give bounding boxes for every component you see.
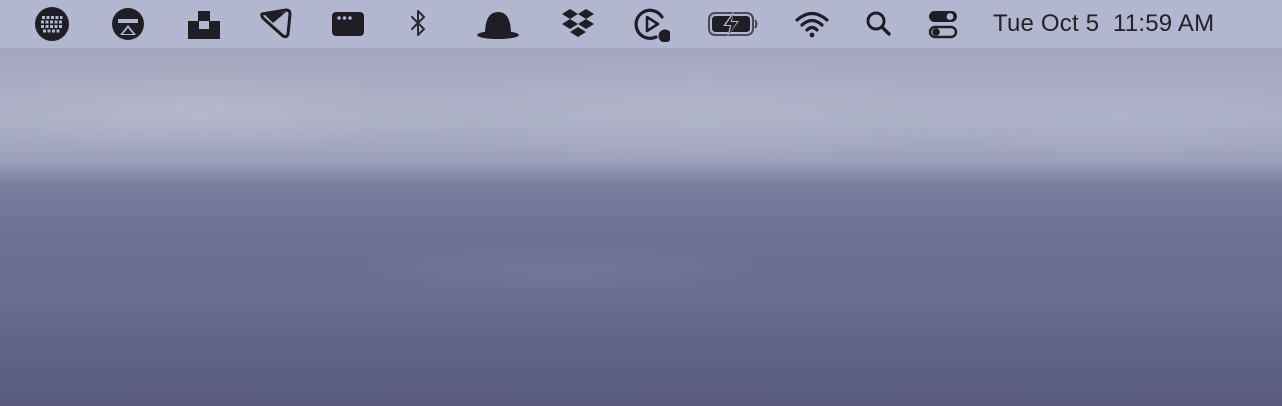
clock-date: Tue Oct 5 xyxy=(993,10,1100,37)
keyboard-grid-icon[interactable] xyxy=(34,6,70,42)
dropbox-icon[interactable] xyxy=(560,6,596,42)
battery-charging-icon[interactable] xyxy=(707,6,759,42)
spotlight-search-icon[interactable] xyxy=(861,6,897,42)
menubar-clock[interactable]: Tue Oct 5 11:59 AM xyxy=(993,0,1214,48)
bluetooth-icon[interactable] xyxy=(400,6,436,42)
unsplash-icon[interactable] xyxy=(186,6,222,42)
desktop-wallpaper xyxy=(0,0,1282,406)
control-center-icon[interactable] xyxy=(925,6,961,42)
wifi-icon[interactable] xyxy=(794,6,830,42)
clock-time: 11:59 AM xyxy=(1113,10,1215,37)
screen-recorder-icon[interactable] xyxy=(634,6,670,42)
clock-spacer xyxy=(1099,10,1113,38)
app-window-icon[interactable] xyxy=(330,6,366,42)
menu-bar: Tue Oct 5 11:59 AM xyxy=(0,0,1282,48)
pen-tag-icon[interactable] xyxy=(258,6,294,42)
airplay-display-icon[interactable] xyxy=(110,6,146,42)
bowler-hat-icon[interactable] xyxy=(475,6,521,42)
